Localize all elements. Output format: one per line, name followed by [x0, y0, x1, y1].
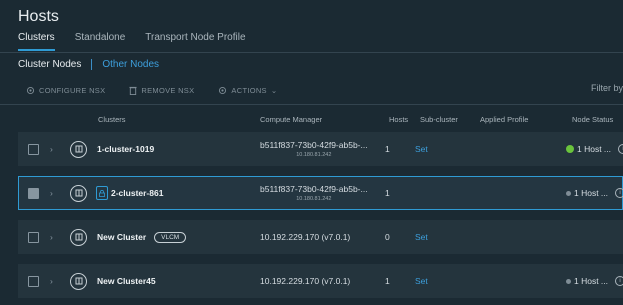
column-applied-profile[interactable]: Applied Profile — [480, 115, 528, 124]
cluster-icon — [70, 132, 87, 166]
compute-manager: 10.192.229.170 (v7.0.1) — [260, 220, 350, 254]
chevron-right-icon[interactable]: › — [50, 220, 53, 254]
table-header: Clusters Compute Manager Hosts Sub-clust… — [18, 112, 623, 128]
compute-manager-ip: 10.180.81.242 — [296, 196, 332, 202]
chevron-down-icon: ⌄ — [270, 86, 278, 95]
row-checkbox[interactable] — [28, 176, 39, 210]
subtab-cluster-nodes[interactable]: Cluster Nodes — [18, 59, 93, 70]
column-compute-manager[interactable]: Compute Manager — [260, 115, 322, 124]
actions-button[interactable]: ACTIONS ⌄ — [218, 86, 277, 95]
chevron-right-icon[interactable]: › — [50, 132, 53, 166]
node-status-text: 1 Host ... — [574, 276, 609, 286]
host-count: 0 — [385, 232, 390, 242]
tab-bar: Clusters Standalone Transport Node Profi… — [18, 32, 246, 51]
remove-nsx-label: REMOVE NSX — [141, 86, 195, 95]
info-icon[interactable]: i — [615, 276, 623, 286]
remove-nsx-button[interactable]: REMOVE NSX — [129, 86, 194, 95]
info-icon[interactable]: i — [618, 144, 623, 154]
page-title: Hosts — [18, 8, 59, 25]
column-clusters[interactable]: Clusters — [98, 115, 126, 124]
cluster-name: New Cluster VLCM — [97, 220, 187, 254]
gear-icon — [219, 86, 227, 95]
node-status-text: 1 Host ... — [577, 144, 612, 154]
configure-nsx-label: CONFIGURE NSX — [39, 86, 106, 95]
compute-manager-ip: 10.180.81.242 — [296, 152, 332, 158]
cluster-icon — [70, 264, 87, 298]
status-success-icon — [566, 145, 574, 153]
info-icon[interactable]: i — [615, 188, 623, 198]
cluster-icon — [70, 176, 87, 210]
column-sub-cluster[interactable]: Sub-cluster — [420, 115, 458, 124]
status-unknown-icon — [566, 190, 571, 196]
sub-cluster-set-link[interactable]: Set — [415, 264, 428, 298]
subtab-bar: Cluster Nodes Other Nodes — [18, 59, 159, 70]
row-checkbox[interactable] — [28, 220, 39, 254]
compute-manager-id: b511f837-73b0-42f9-ab5b-... — [260, 184, 368, 194]
gear-icon — [26, 86, 35, 95]
row-checkbox[interactable] — [28, 264, 39, 298]
row-checkbox[interactable] — [28, 132, 39, 166]
cluster-name-text: New Cluster — [97, 232, 147, 242]
compute-manager: 10.192.229.170 (v7.0.1) — [260, 264, 350, 298]
host-count: 1 — [385, 144, 390, 154]
compute-manager: b511f837-73b0-42f9-ab5b-... 10.180.81.24… — [260, 176, 368, 210]
lock-icon — [96, 176, 108, 210]
cluster-icon — [70, 220, 87, 254]
node-status-text: 1 Host ... — [574, 188, 609, 198]
column-hosts[interactable]: Hosts — [389, 115, 408, 124]
toolbar-divider — [0, 104, 623, 105]
table-row[interactable]: › New Cluster VLCM 10.192.229.170 (v7.0.… — [18, 220, 623, 254]
node-status: 1 Host ... i — [566, 132, 623, 166]
vlcm-badge: VLCM — [154, 231, 187, 243]
compute-manager: b511f837-73b0-42f9-ab5b-... 10.180.81.24… — [260, 132, 368, 166]
compute-manager-id: 10.192.229.170 (v7.0.1) — [260, 232, 351, 242]
node-status: 1 Host ... i — [566, 264, 623, 298]
toolbar: CONFIGURE NSX REMOVE NSX ACTIONS ⌄ — [26, 86, 277, 95]
trash-icon — [129, 86, 138, 95]
table-row[interactable]: › New Cluster45 10.192.229.170 (v7.0.1) … — [18, 264, 623, 298]
sub-cluster-set-link[interactable]: Set — [415, 220, 428, 254]
status-unknown-icon — [566, 278, 571, 284]
tab-transport-node-profile[interactable]: Transport Node Profile — [145, 32, 245, 51]
sub-cluster-set-link[interactable]: Set — [415, 132, 428, 166]
filter-input[interactable]: Filter by — [591, 83, 623, 93]
host-count: 1 — [385, 188, 390, 198]
cluster-name: 2-cluster-861 — [111, 188, 164, 198]
host-count: 1 — [385, 276, 390, 286]
tab-standalone[interactable]: Standalone — [75, 32, 126, 51]
configure-nsx-button[interactable]: CONFIGURE NSX — [26, 86, 105, 95]
cluster-name: New Cluster45 — [97, 276, 156, 286]
cluster-name: 1-cluster-1019 — [97, 144, 155, 154]
node-status: 1 Host ... i — [566, 176, 623, 210]
tab-divider — [0, 52, 623, 53]
table-row[interactable]: › 1-cluster-1019 b511f837-73b0-42f9-ab5b… — [18, 132, 623, 166]
column-node-status[interactable]: Node Status — [572, 115, 613, 124]
compute-manager-id: b511f837-73b0-42f9-ab5b-... — [260, 140, 368, 150]
chevron-right-icon[interactable]: › — [50, 264, 53, 298]
tab-clusters[interactable]: Clusters — [18, 32, 55, 51]
table-row[interactable]: › 2-cluster-861 b511f837-73b0-42f9-ab5b-… — [18, 176, 623, 210]
compute-manager-id: 10.192.229.170 (v7.0.1) — [260, 276, 351, 286]
actions-label: ACTIONS — [231, 86, 267, 95]
subtab-other-nodes[interactable]: Other Nodes — [92, 59, 159, 70]
chevron-right-icon[interactable]: › — [50, 176, 53, 210]
